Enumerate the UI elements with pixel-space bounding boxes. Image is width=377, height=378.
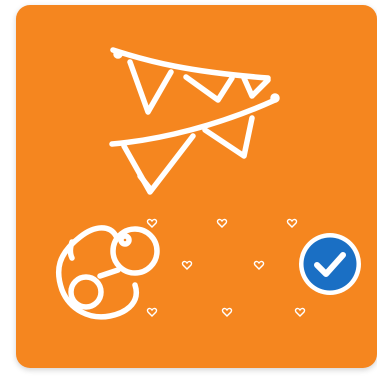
selected-check-badge[interactable] — [297, 231, 363, 297]
check-circle-icon — [299, 233, 361, 295]
category-card[interactable] — [16, 5, 377, 368]
